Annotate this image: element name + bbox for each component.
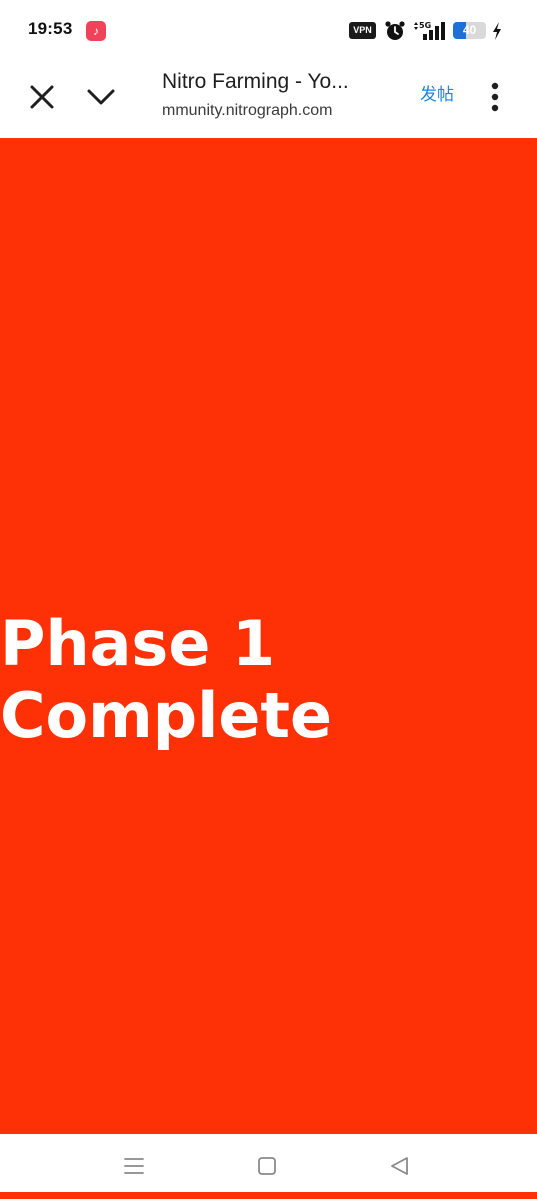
battery-level-text: 40: [462, 23, 477, 37]
charging-icon: [493, 22, 501, 40]
vpn-badge: VPN: [349, 22, 376, 39]
headline: Phase 1 Complete: [0, 608, 332, 752]
headline-line-2: Complete: [0, 679, 333, 752]
recents-menu-icon[interactable]: [118, 1150, 150, 1182]
status-time: 19:53: [28, 19, 73, 38]
browser-screen: 19:53 ♪ VPN 5G 40 Nitro Farming - Yo... …: [0, 0, 537, 1199]
network-type-label: 5G: [419, 21, 431, 30]
page-title[interactable]: Nitro Farming - Yo...: [162, 70, 392, 94]
system-nav-bar: [0, 1134, 537, 1192]
headline-line-1: Phase 1: [0, 607, 276, 680]
back-triangle-icon[interactable]: [383, 1150, 415, 1182]
close-icon[interactable]: [22, 77, 62, 117]
chevron-down-icon[interactable]: [81, 77, 121, 117]
bottom-content-strip: [0, 1192, 537, 1199]
signal-icon: 5G: [414, 21, 445, 40]
alarm-icon: [385, 21, 405, 40]
page-url[interactable]: mmunity.nitrograph.com: [162, 102, 362, 120]
page-content: Phase 1 Complete: [0, 138, 537, 1134]
battery-icon: 40: [453, 22, 486, 39]
more-vertical-icon[interactable]: [478, 77, 512, 117]
home-square-icon[interactable]: [251, 1150, 283, 1182]
browser-toolbar: Nitro Farming - Yo... mmunity.nitrograph…: [0, 60, 537, 138]
music-app-icon: ♪: [86, 21, 106, 41]
status-bar: 19:53 ♪ VPN 5G 40: [0, 0, 537, 60]
post-button[interactable]: 发帖: [412, 80, 462, 110]
